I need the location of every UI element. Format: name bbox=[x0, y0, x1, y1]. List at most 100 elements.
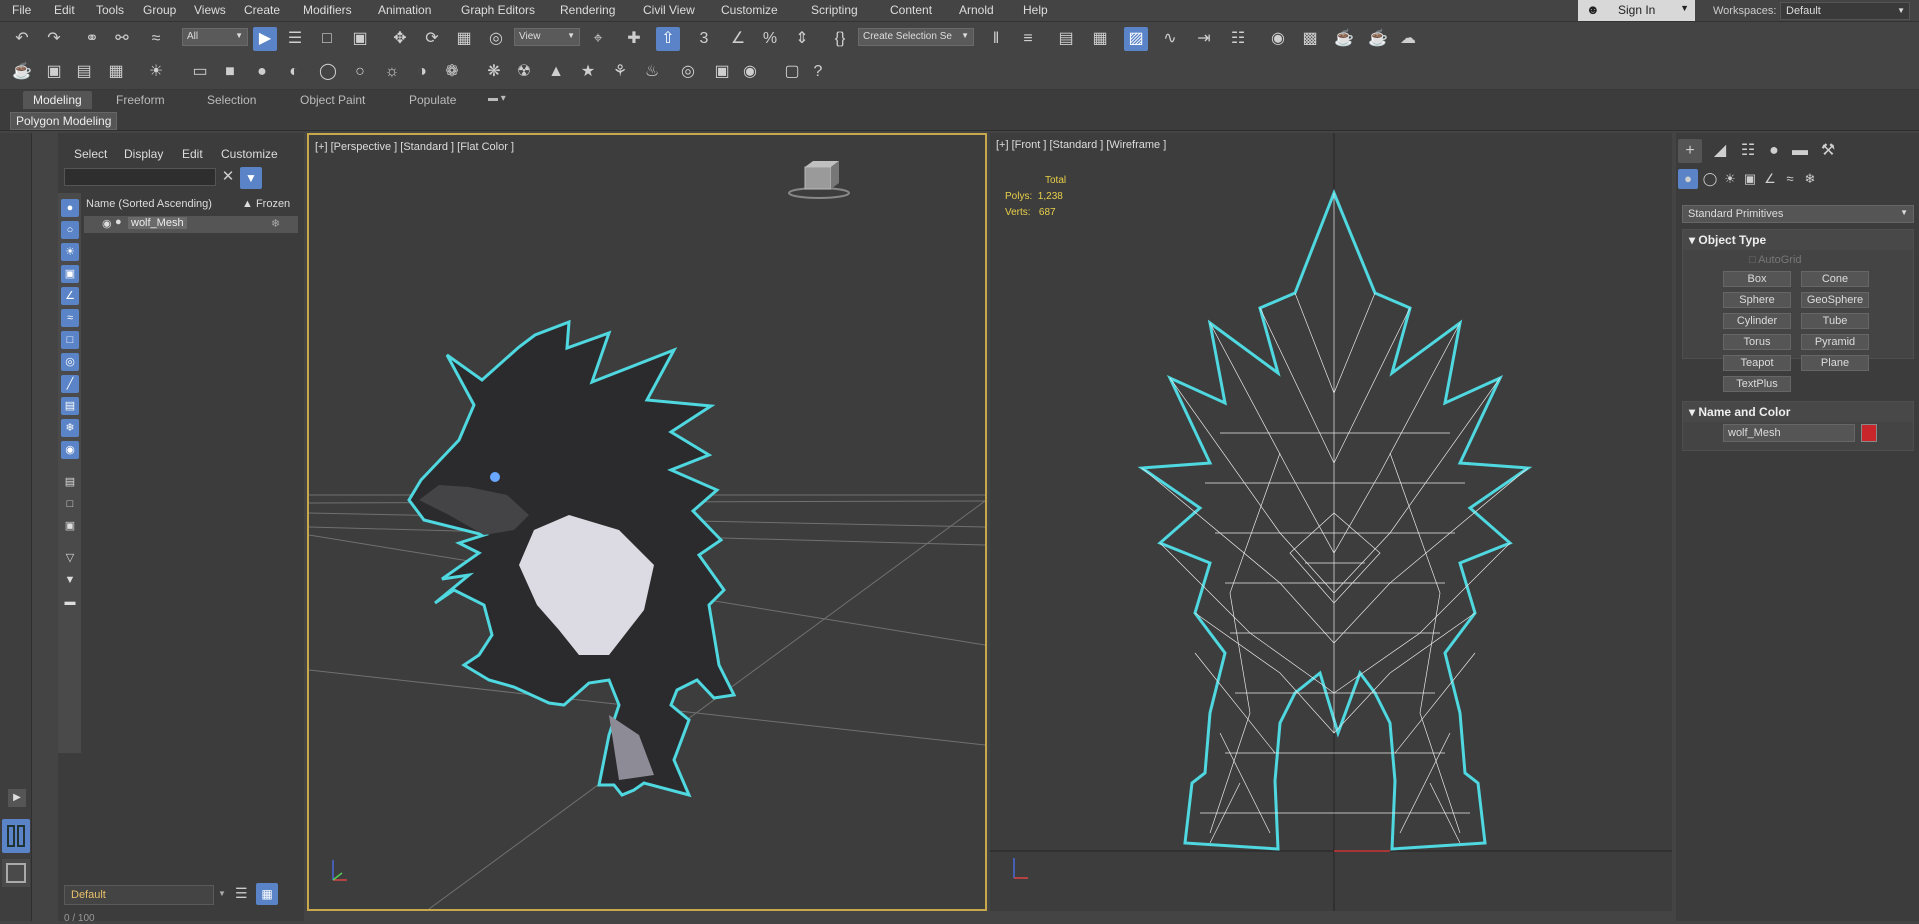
menu-edit[interactable]: Edit bbox=[54, 3, 75, 17]
window-crossing-icon[interactable]: ▣ bbox=[348, 27, 372, 51]
menu-customize[interactable]: Customize bbox=[721, 3, 778, 17]
tab-modeling[interactable]: Modeling bbox=[23, 91, 92, 109]
textplus-button[interactable]: TextPlus bbox=[1723, 376, 1791, 392]
helpers-category-icon[interactable]: ∠ bbox=[1760, 169, 1780, 189]
cameras-category-icon[interactable]: ▣ bbox=[1740, 169, 1760, 189]
menu-modifiers[interactable]: Modifiers bbox=[303, 3, 352, 17]
autogrid-checkbox[interactable]: □ AutoGrid bbox=[1749, 254, 1802, 266]
tab-object-paint[interactable]: Object Paint bbox=[300, 93, 365, 107]
menu-animation[interactable]: Animation bbox=[378, 3, 431, 17]
arnold-particles-icon[interactable]: ★ bbox=[576, 60, 600, 84]
viewport-layout-quad-icon[interactable] bbox=[2, 859, 30, 887]
menu-civil-view[interactable]: Civil View bbox=[643, 3, 695, 17]
perspective-viewport-label[interactable]: [+] [Perspective ] [Standard ] [Flat Col… bbox=[315, 141, 514, 153]
named-selection-set-select[interactable]: Create Selection Se ▼ bbox=[858, 28, 974, 46]
angle-snap-icon[interactable]: ∠ bbox=[726, 27, 750, 51]
display-tab-icon[interactable]: ▬ bbox=[1788, 139, 1812, 163]
object-color-swatch[interactable] bbox=[1861, 424, 1877, 442]
help-icon[interactable]: ? bbox=[806, 60, 830, 84]
front-viewport[interactable]: [+] [Front ] [Standard ] [Wireframe ] To… bbox=[990, 133, 1672, 911]
arnold-render-icon[interactable]: ◎ bbox=[676, 60, 700, 84]
menu-scripting[interactable]: Scripting bbox=[811, 3, 858, 17]
dope-sheet-icon[interactable]: ⇥ bbox=[1192, 27, 1216, 51]
cone-button[interactable]: Cone bbox=[1801, 271, 1869, 287]
reference-coordinate-select[interactable]: View ▼ bbox=[514, 28, 580, 46]
expand-icon[interactable]: ▶ bbox=[8, 789, 26, 807]
curve-editor-icon[interactable]: ∿ bbox=[1158, 27, 1182, 51]
systems-category-icon[interactable]: ❄ bbox=[1800, 169, 1820, 189]
teapot-icon[interactable]: ☕ bbox=[10, 60, 34, 84]
explorer-menu-display[interactable]: Display bbox=[124, 147, 163, 161]
plane-button[interactable]: Plane bbox=[1801, 355, 1869, 371]
select-rotate-icon[interactable]: ⟳ bbox=[420, 27, 444, 51]
workspace-select[interactable]: Default ▼ bbox=[1780, 2, 1910, 20]
tab-selection[interactable]: Selection bbox=[207, 93, 256, 107]
menu-rendering[interactable]: Rendering bbox=[560, 3, 615, 17]
find-icon[interactable]: ▽ bbox=[61, 549, 79, 567]
undo-icon[interactable]: ↶ bbox=[10, 27, 34, 51]
arnold-log-icon[interactable]: ▢ bbox=[780, 60, 804, 84]
layers-icon[interactable]: ☰ bbox=[235, 885, 248, 902]
toggle-ribbon-icon[interactable]: ▨ bbox=[1124, 27, 1148, 51]
hidden-filter-icon[interactable]: ◉ bbox=[61, 441, 79, 459]
menu-content[interactable]: Content bbox=[890, 3, 932, 17]
align-icon[interactable]: ≡ bbox=[1016, 27, 1040, 51]
shapes-category-icon[interactable]: ◯ bbox=[1700, 169, 1720, 189]
arnold-sun-icon[interactable]: ☼ bbox=[380, 60, 404, 84]
render-in-cloud-icon[interactable]: ☁ bbox=[1396, 27, 1420, 51]
spacewarp-filter-icon[interactable]: ≈ bbox=[61, 309, 79, 327]
viewcube[interactable] bbox=[788, 161, 850, 199]
arnold-sphere-icon[interactable]: ● bbox=[250, 60, 274, 84]
tab-freeform[interactable]: Freeform bbox=[116, 93, 165, 107]
lights-category-icon[interactable]: ☀ bbox=[1720, 169, 1740, 189]
invert-selection-icon[interactable]: ▣ bbox=[61, 517, 79, 535]
hierarchy-tab-icon[interactable]: ☷ bbox=[1736, 139, 1760, 163]
filter-icon[interactable]: ▼ bbox=[240, 167, 262, 189]
pyramid-button[interactable]: Pyramid bbox=[1801, 334, 1869, 350]
explorer-menu-customize[interactable]: Customize bbox=[221, 147, 278, 161]
menu-file[interactable]: File bbox=[12, 3, 31, 17]
column-name-header[interactable]: Name (Sorted Ascending) bbox=[86, 198, 212, 210]
light-filter-icon[interactable]: ☀ bbox=[61, 243, 79, 261]
motion-tab-icon[interactable]: ● bbox=[1762, 139, 1786, 163]
material-editor-icon[interactable]: ◉ bbox=[1266, 27, 1290, 51]
render-setup-icon[interactable]: ▩ bbox=[1298, 27, 1322, 51]
tab-populate[interactable]: Populate bbox=[409, 93, 456, 107]
explorer-menu-edit[interactable]: Edit bbox=[182, 147, 203, 161]
geometry-filter-icon[interactable]: ● bbox=[61, 199, 79, 217]
snaps-toggle-icon[interactable]: 3 bbox=[692, 27, 716, 51]
primitive-category-select[interactable]: Standard Primitives ▼ bbox=[1682, 205, 1914, 223]
arnold-dome-icon[interactable]: ◐ bbox=[282, 60, 306, 84]
render-production-icon[interactable]: ☕ bbox=[1366, 27, 1390, 51]
object-type-title[interactable]: ▾ Object Type bbox=[1683, 230, 1913, 250]
rendered-frame-window-icon[interactable]: ☕ bbox=[1332, 27, 1356, 51]
box-button[interactable]: Box bbox=[1723, 271, 1791, 287]
clear-search-icon[interactable]: ✕ bbox=[218, 167, 238, 187]
light-icon[interactable]: ☀ bbox=[144, 60, 168, 84]
wolf-model[interactable] bbox=[407, 319, 737, 798]
rectangular-selection-icon[interactable]: □ bbox=[315, 27, 339, 51]
pivot-center-icon[interactable]: ⌖ bbox=[586, 27, 610, 51]
menu-graph-editors[interactable]: Graph Editors bbox=[461, 3, 535, 17]
unlink-icon[interactable]: ⚯ bbox=[110, 27, 134, 51]
selection-filter-select[interactable]: All ▼ bbox=[182, 28, 248, 46]
arnold-skydome-icon[interactable]: ◑ bbox=[410, 60, 434, 84]
render-setup-icon[interactable]: ▤ bbox=[72, 60, 96, 84]
toggle-scene-explorer-icon[interactable]: ▤ bbox=[1054, 27, 1078, 51]
cylinder-button[interactable]: Cylinder bbox=[1723, 313, 1791, 329]
polygon-modeling-panel[interactable]: Polygon Modeling bbox=[10, 112, 118, 130]
name-and-color-title[interactable]: ▾ Name and Color bbox=[1683, 402, 1913, 422]
shape-filter-icon[interactable]: ○ bbox=[61, 221, 79, 239]
frozen-icon[interactable]: ❄ bbox=[271, 217, 280, 230]
group-filter-icon[interactable]: □ bbox=[61, 331, 79, 349]
render-window-icon[interactable]: ▦ bbox=[104, 60, 128, 84]
select-scale-icon[interactable]: ▦ bbox=[452, 27, 476, 51]
sync-icon[interactable]: ▬ bbox=[61, 593, 79, 611]
sphere-button[interactable]: Sphere bbox=[1723, 292, 1791, 308]
layer-select[interactable]: Default bbox=[64, 885, 214, 905]
front-viewport-label[interactable]: [+] [Front ] [Standard ] [Wireframe ] bbox=[996, 139, 1166, 151]
menu-help[interactable]: Help bbox=[1023, 3, 1048, 17]
create-tab-icon[interactable]: + bbox=[1678, 139, 1702, 163]
toggle-layer-explorer-icon[interactable]: ▦ bbox=[1088, 27, 1112, 51]
utilities-tab-icon[interactable]: ⚒ bbox=[1816, 139, 1840, 163]
